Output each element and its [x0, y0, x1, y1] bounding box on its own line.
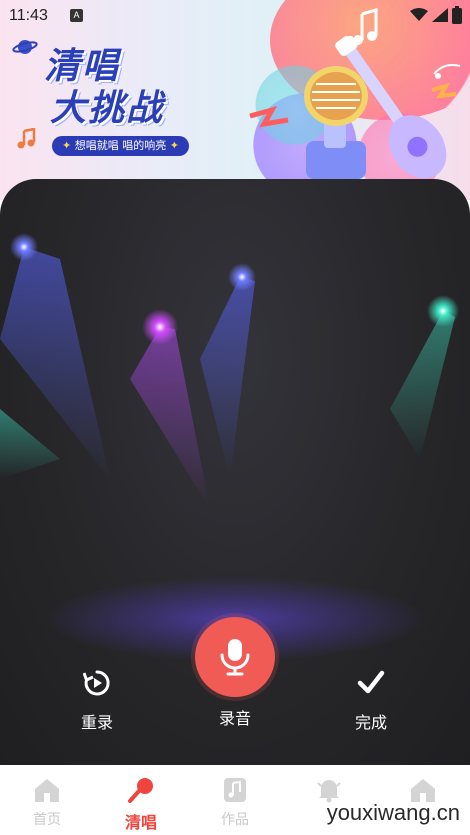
status-icons [410, 6, 462, 24]
record-label: 录音 [218, 709, 251, 728]
record-button[interactable] [195, 617, 275, 697]
wifi-icon [410, 8, 428, 21]
watermark-text: youxiwang.cn [326, 800, 460, 825]
tab-label: 作品 [221, 812, 249, 828]
microphone-icon [128, 778, 153, 803]
music-note-icon [17, 128, 36, 149]
signal-icon [432, 8, 448, 22]
tab-sing[interactable]: 清唱 [101, 777, 181, 833]
microphone-icon [220, 639, 250, 676]
retake-label: 重录 [80, 713, 113, 732]
title-line-1: 清唱 [44, 46, 121, 87]
star-icon: ✦ [62, 139, 72, 152]
finish-button[interactable]: 完成 [326, 669, 416, 733]
finish-label: 完成 [354, 713, 387, 732]
music-note-icon [224, 778, 246, 802]
replay-icon [82, 670, 110, 696]
slogan-pill: ✦ 想唱就唱 唱的响亮 ✦ [52, 136, 189, 156]
music-note-icon [433, 64, 461, 79]
retake-button[interactable]: 重录 [52, 669, 142, 733]
record-control[interactable]: 录音 [190, 617, 280, 729]
app-notification-icon: A [70, 9, 83, 22]
planet-icon [12, 40, 38, 54]
title-line-2: 大挑战 [50, 88, 165, 129]
battery-icon [452, 6, 462, 24]
header-banner: 11:43 A 清唱 大挑战 ✦ 想唱就唱 唱的响亮 ✦ [0, 0, 470, 200]
recording-stage: 重录 录音 完成 [0, 179, 470, 765]
microphone-guitar-illustration [249, 36, 457, 179]
tab-works[interactable]: 作品 [195, 777, 275, 829]
slogan-text: 想唱就唱 唱的响亮 [74, 139, 167, 152]
banner-title: 清唱 大挑战 [44, 46, 164, 130]
star-icon: ✦ [169, 139, 179, 152]
status-time: 11:43 [9, 7, 48, 24]
tab-label: 首页 [33, 812, 61, 828]
tab-home[interactable]: 首页 [7, 777, 87, 829]
home-icon [35, 779, 59, 802]
tab-label: 清唱 [124, 813, 157, 832]
checkmark-icon [357, 670, 385, 694]
status-bar: 11:43 A [0, 0, 470, 34]
